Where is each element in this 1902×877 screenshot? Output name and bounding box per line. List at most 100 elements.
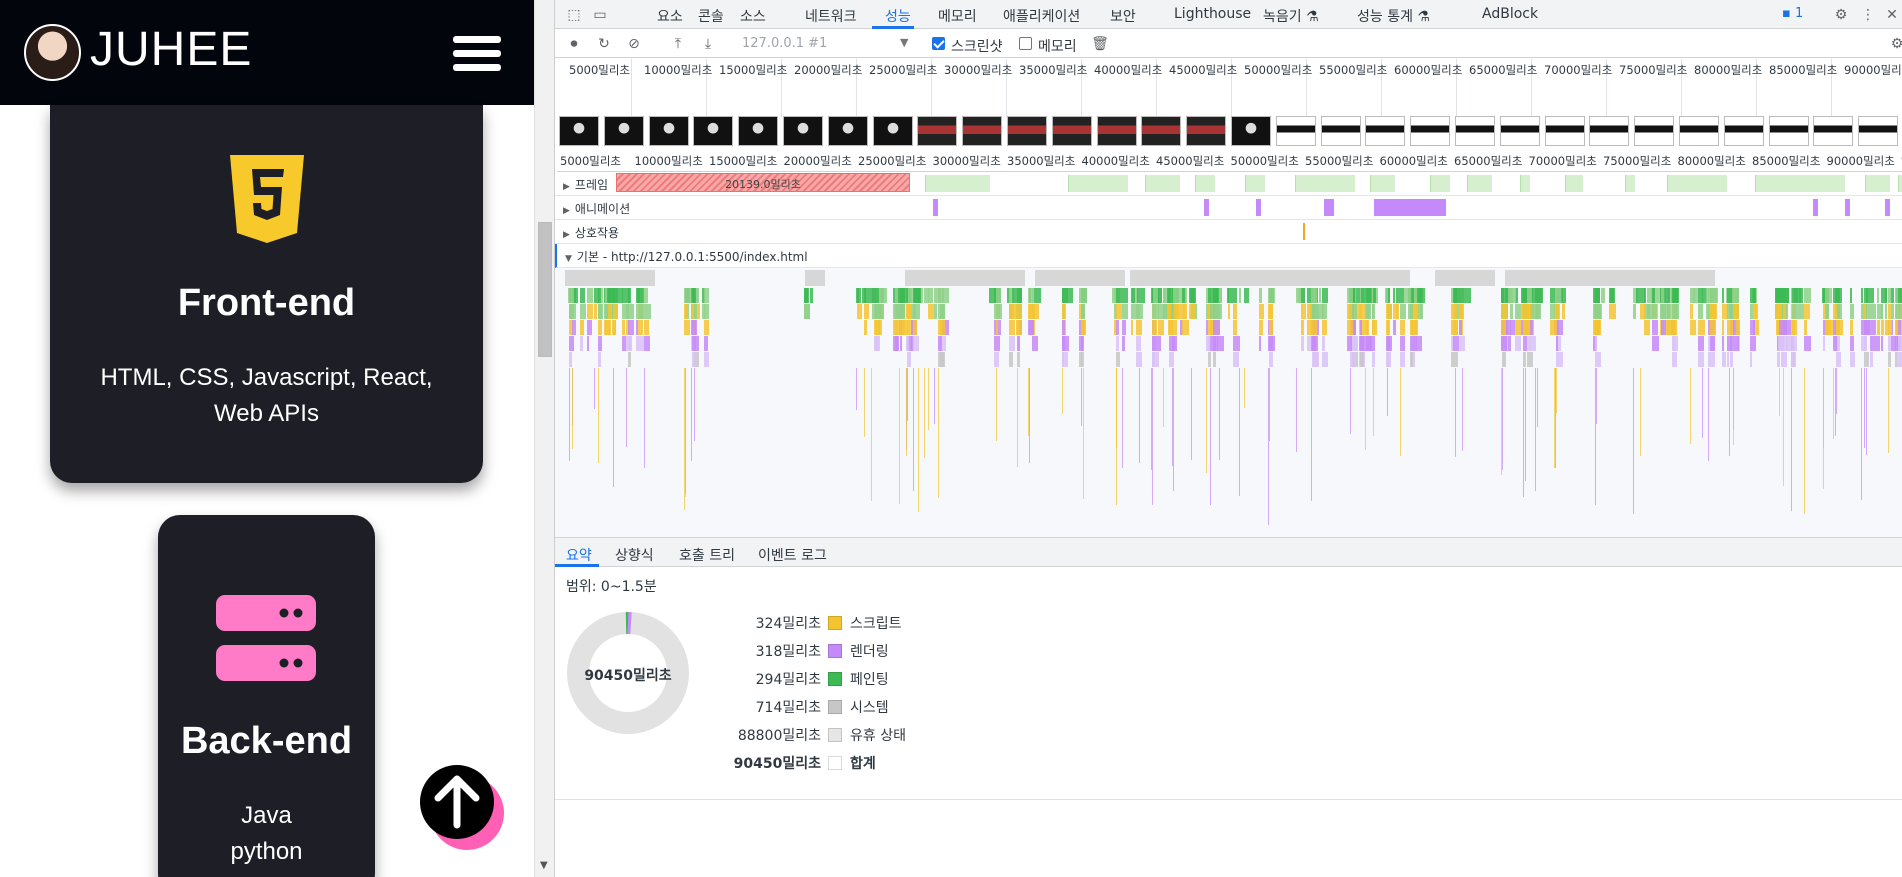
- flame-deep-call[interactable]: [1525, 368, 1527, 482]
- flame-call-block[interactable]: [939, 288, 944, 303]
- flame-call-block[interactable]: [900, 336, 903, 351]
- screenshot-thumbnail[interactable]: [1455, 116, 1495, 146]
- flame-call-block[interactable]: [895, 320, 902, 335]
- flame-call-block[interactable]: [1017, 352, 1020, 367]
- flame-deep-call[interactable]: [569, 368, 570, 462]
- flame-call-block[interactable]: [1786, 288, 1790, 303]
- flame-call-block[interactable]: [1213, 288, 1219, 303]
- flame-call-block[interactable]: [870, 288, 876, 303]
- details-tab[interactable]: 상향식: [615, 545, 654, 565]
- flame-call-block[interactable]: [1061, 352, 1069, 367]
- flame-call-block[interactable]: [1365, 320, 1370, 335]
- flame-call-block[interactable]: [1136, 288, 1139, 303]
- flame-call-block[interactable]: [1371, 304, 1376, 319]
- flame-call-block[interactable]: [622, 304, 629, 319]
- flame-call-block[interactable]: [704, 336, 708, 351]
- flame-call-block[interactable]: [1269, 336, 1274, 351]
- flame-call-block[interactable]: [1750, 336, 1756, 351]
- flame-call-block[interactable]: [1609, 288, 1614, 303]
- flame-call-block[interactable]: [598, 288, 601, 303]
- flame-call-block[interactable]: [628, 288, 631, 303]
- flame-call-block[interactable]: [1752, 320, 1756, 335]
- flame-call-block[interactable]: [1555, 336, 1559, 351]
- flame-call-block[interactable]: [1300, 304, 1307, 319]
- flame-call-block[interactable]: [1410, 304, 1413, 319]
- flame-call-block[interactable]: [1652, 336, 1659, 351]
- flame-call-block[interactable]: [1306, 320, 1313, 335]
- flame-call-block[interactable]: [1410, 336, 1418, 351]
- flame-deep-call[interactable]: [912, 368, 914, 492]
- flame-call-block[interactable]: [1804, 288, 1811, 303]
- flame-call-block[interactable]: [1346, 336, 1352, 351]
- flame-deep-call[interactable]: [1268, 368, 1270, 441]
- download-profile-icon[interactable]: ⤓: [699, 35, 717, 53]
- task-block[interactable]: [1035, 270, 1125, 286]
- screenshots-checkbox[interactable]: [932, 37, 945, 50]
- flame-call-block[interactable]: [901, 304, 906, 319]
- flame-call-block[interactable]: [1008, 288, 1012, 303]
- flame-deep-call[interactable]: [598, 368, 600, 463]
- flame-call-block[interactable]: [571, 304, 574, 319]
- flame-call-block[interactable]: [1721, 352, 1726, 367]
- screenshot-thumbnail[interactable]: [1410, 116, 1451, 146]
- main-thread-track[interactable]: ▼ 기본 - http://127.0.0.1:5500/index.html: [555, 244, 1902, 268]
- flame-call-block[interactable]: [1833, 336, 1837, 351]
- flame-call-block[interactable]: [1530, 320, 1533, 335]
- flame-call-block[interactable]: [684, 304, 687, 319]
- animation-mark[interactable]: [1324, 199, 1334, 216]
- flame-call-block[interactable]: [1500, 288, 1504, 303]
- flame-call-block[interactable]: [1849, 288, 1853, 303]
- flame-call-block[interactable]: [1080, 304, 1086, 319]
- flame-call-block[interactable]: [1690, 304, 1693, 319]
- flame-call-block[interactable]: [804, 304, 811, 319]
- flame-deep-call[interactable]: [855, 368, 857, 410]
- flame-call-block[interactable]: [1672, 320, 1677, 335]
- inspect-element-icon[interactable]: ⬚: [565, 6, 583, 24]
- screenshot-thumbnail[interactable]: [738, 116, 779, 146]
- flame-call-block[interactable]: [1636, 288, 1640, 303]
- devtools-tab[interactable]: 성능 통계 ⚗: [1357, 6, 1430, 26]
- flame-call-block[interactable]: [1869, 288, 1874, 303]
- flame-call-block[interactable]: [1652, 320, 1658, 335]
- flame-call-block[interactable]: [1459, 336, 1466, 351]
- flame-call-block[interactable]: [1219, 288, 1222, 303]
- flame-deep-call[interactable]: [693, 368, 695, 442]
- flame-call-block[interactable]: [1554, 304, 1561, 319]
- flame-call-block[interactable]: [1451, 352, 1458, 367]
- flame-call-block[interactable]: [1849, 304, 1854, 319]
- flame-call-block[interactable]: [1601, 288, 1605, 303]
- flame-call-block[interactable]: [1522, 336, 1527, 351]
- flame-call-block[interactable]: [692, 288, 696, 303]
- animation-mark[interactable]: [1813, 199, 1818, 216]
- flame-call-block[interactable]: [704, 288, 709, 303]
- flame-call-block[interactable]: [996, 304, 1003, 319]
- flame-call-block[interactable]: [1509, 288, 1517, 303]
- flame-call-block[interactable]: [1233, 336, 1240, 351]
- screenshot-thumbnail[interactable]: [1544, 116, 1585, 146]
- flame-call-block[interactable]: [1864, 336, 1868, 351]
- flame-call-block[interactable]: [895, 304, 903, 319]
- flame-call-block[interactable]: [1509, 320, 1515, 335]
- flame-deep-call[interactable]: [1163, 368, 1165, 427]
- flame-call-block[interactable]: [912, 336, 919, 351]
- flame-call-block[interactable]: [1181, 288, 1185, 303]
- flame-call-block[interactable]: [1131, 320, 1134, 335]
- flame-call-block[interactable]: [1736, 304, 1740, 319]
- flame-call-block[interactable]: [1891, 288, 1894, 303]
- frame-segment[interactable]: [1755, 175, 1845, 192]
- flame-call-block[interactable]: [1710, 288, 1717, 303]
- flame-call-block[interactable]: [1752, 304, 1759, 319]
- flame-call-block[interactable]: [1350, 352, 1357, 367]
- flame-call-block[interactable]: [918, 304, 921, 319]
- flame-call-block[interactable]: [1360, 320, 1363, 335]
- flame-call-block[interactable]: [1866, 288, 1869, 303]
- page-scrollbar[interactable]: ▼: [534, 0, 554, 877]
- flame-deep-call[interactable]: [1729, 368, 1731, 457]
- flame-call-block[interactable]: [1012, 304, 1017, 319]
- flame-deep-call[interactable]: [995, 368, 997, 441]
- flame-call-block[interactable]: [1721, 320, 1725, 335]
- flame-deep-call[interactable]: [1061, 368, 1063, 414]
- flame-deep-call[interactable]: [1080, 368, 1082, 427]
- flame-call-block[interactable]: [1692, 288, 1699, 303]
- flame-deep-call[interactable]: [1400, 368, 1402, 456]
